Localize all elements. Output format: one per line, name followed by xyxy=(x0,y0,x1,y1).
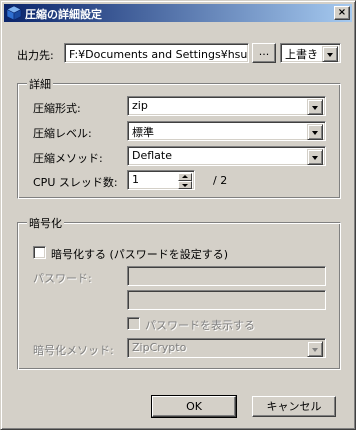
method-value: Deflate xyxy=(132,149,172,162)
ok-button[interactable]: OK xyxy=(151,395,237,418)
format-value: zip xyxy=(132,99,148,112)
spin-up-icon[interactable] xyxy=(178,173,192,181)
chevron-down-icon[interactable] xyxy=(307,341,323,357)
chevron-down-icon[interactable] xyxy=(307,149,323,165)
method-select[interactable]: Deflate xyxy=(127,146,326,166)
encryption-method-label: 暗号化メソッド: xyxy=(33,344,114,357)
threads-label: CPU スレッド数: xyxy=(33,176,118,189)
level-label: 圧縮レベル: xyxy=(33,127,92,140)
threads-value: 1 xyxy=(132,173,139,186)
browse-button[interactable]: ... xyxy=(252,43,276,63)
window-title: 圧縮の詳細設定 xyxy=(25,8,102,21)
chevron-down-icon[interactable] xyxy=(307,124,323,140)
overwrite-mode-select[interactable]: 上書き xyxy=(280,43,341,63)
format-label: 圧縮形式: xyxy=(33,102,81,115)
level-value: 標準 xyxy=(132,126,154,139)
password-input[interactable] xyxy=(127,266,326,286)
format-select[interactable]: zip xyxy=(127,96,326,116)
details-group-label: 詳細 xyxy=(27,76,53,92)
level-select[interactable]: 標準 xyxy=(127,121,326,141)
encryption-method-value: ZipCrypto xyxy=(132,341,187,354)
show-password-checkbox[interactable] xyxy=(127,317,140,330)
password-confirm-input[interactable] xyxy=(127,290,326,310)
title-bar[interactable]: 圧縮の詳細設定 × xyxy=(4,4,352,22)
cancel-button[interactable]: キャンセル xyxy=(252,396,336,417)
output-label: 出力先: xyxy=(17,49,54,62)
threads-spinner[interactable]: 1 xyxy=(127,170,195,190)
threads-max-label: / 2 xyxy=(213,174,228,187)
method-label: 圧縮メソッド: xyxy=(33,152,103,165)
chevron-down-icon[interactable] xyxy=(322,46,338,62)
overwrite-mode-value: 上書き xyxy=(285,48,318,61)
output-path-value: F:¥Documents and Settings¥hsur¥デ xyxy=(69,48,248,61)
chevron-down-icon[interactable] xyxy=(307,99,323,115)
show-password-label[interactable]: パスワードを表示する xyxy=(145,317,255,333)
encryption-method-select[interactable]: ZipCrypto xyxy=(127,338,326,358)
output-path-input[interactable]: F:¥Documents and Settings¥hsur¥デ xyxy=(64,43,249,63)
encryption-group-label: 暗号化 xyxy=(27,215,64,231)
password-label: パスワード: xyxy=(33,272,92,285)
enable-encryption-checkbox[interactable] xyxy=(33,246,46,259)
close-button[interactable]: × xyxy=(334,6,350,20)
compression-settings-dialog: 圧縮の詳細設定 × 出力先: F:¥Documents and Settings… xyxy=(0,0,356,430)
enable-encryption-label[interactable]: 暗号化する (パスワードを設定する) xyxy=(51,246,228,262)
app-cube-icon xyxy=(6,5,22,21)
spin-down-icon[interactable] xyxy=(178,181,192,189)
